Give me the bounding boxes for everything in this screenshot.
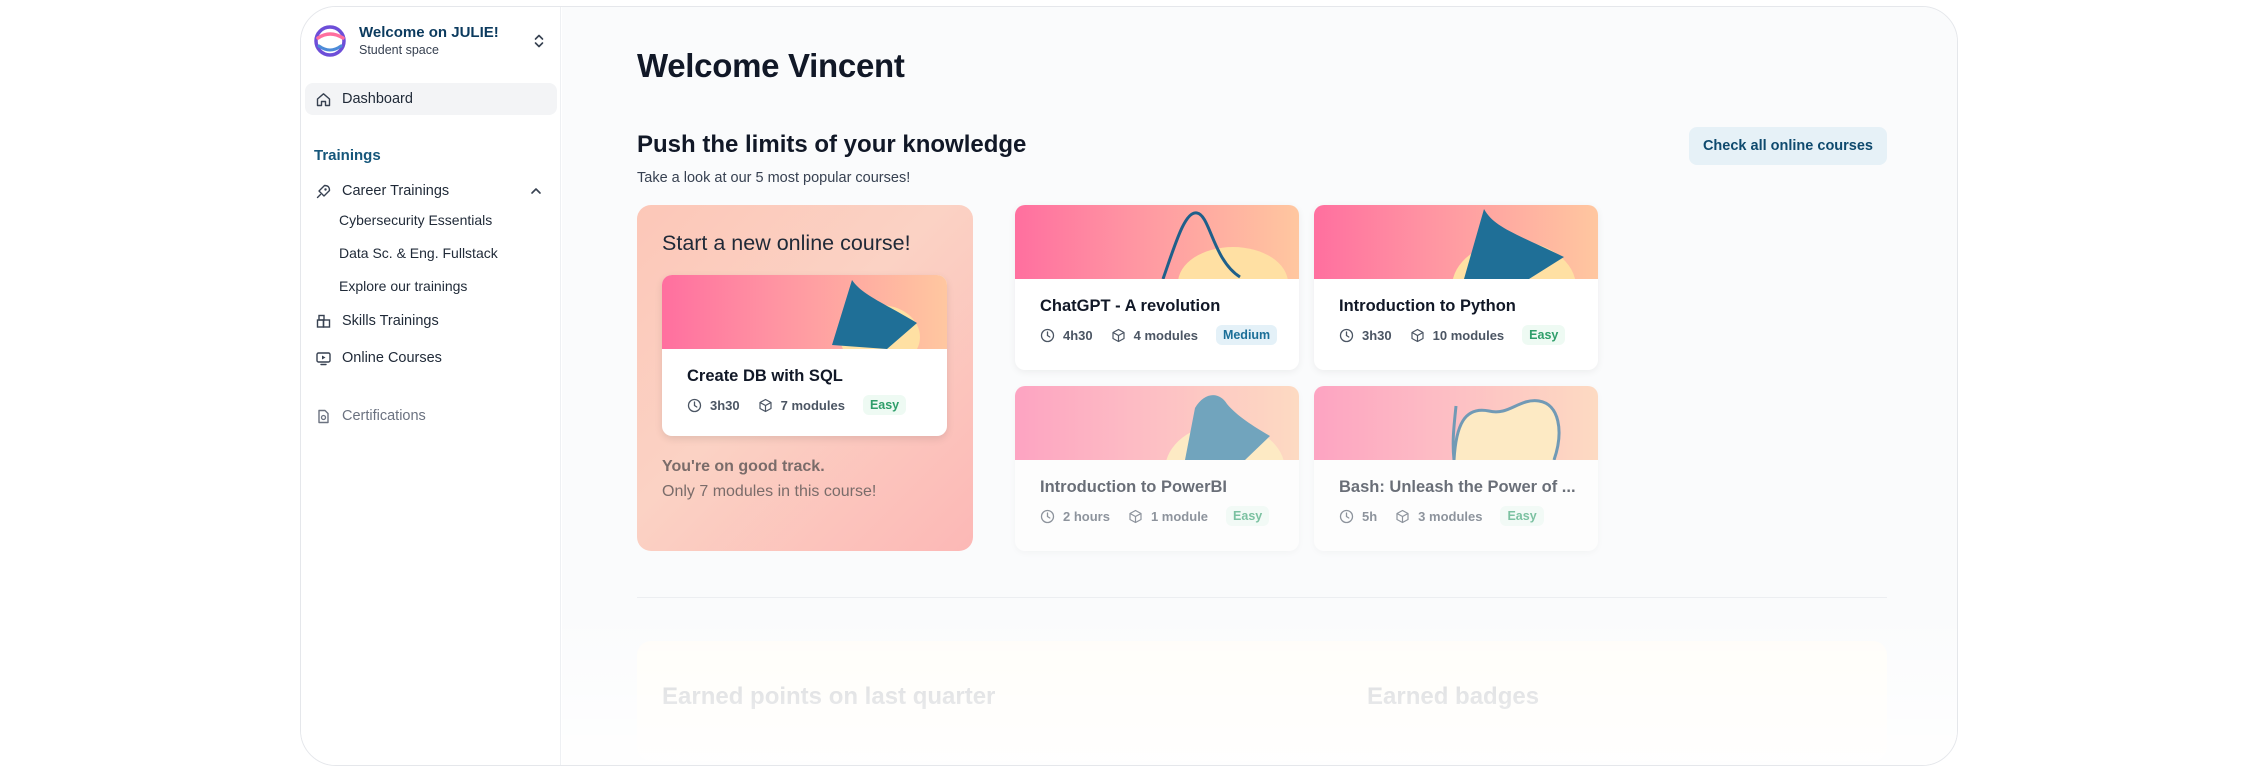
course-banner (1015, 205, 1299, 279)
course-card[interactable]: ChatGPT - A revolution 4h30 4 modules Me… (1015, 205, 1299, 370)
sidebar-item-career-trainings[interactable]: Career Trainings (305, 175, 557, 207)
course-card[interactable]: Introduction to PowerBI 2 hours 1 module… (1015, 386, 1299, 551)
sidebar-item-skills-trainings[interactable]: Skills Trainings (305, 305, 557, 337)
new-course-hero: Start a new online course! Create DB wit… (637, 205, 973, 551)
main-content: Welcome Vincent Push the limits of your … (562, 7, 1957, 765)
section-subtitle: Take a look at our 5 most popular course… (637, 170, 911, 186)
app-window: Welcome on JULIE! Student space Dashboar… (300, 6, 1958, 766)
course-meta: 3h30 7 modules Easy (687, 395, 907, 415)
chevron-up-icon[interactable] (529, 184, 543, 198)
course-card[interactable]: Introduction to Python 3h30 10 modules E… (1314, 205, 1598, 370)
course-banner (1015, 386, 1299, 460)
cube-icon (1395, 509, 1410, 524)
workspace-switcher[interactable]: Welcome on JULIE! Student space (311, 15, 551, 67)
hero-title: Start a new online course! (662, 231, 911, 255)
brand-title: Welcome on JULIE! (359, 24, 499, 41)
check-all-courses-button[interactable]: Check all online courses (1688, 127, 1887, 165)
sidebar-item-label: Skills Trainings (342, 313, 439, 329)
course-duration: 4h30 (1063, 327, 1093, 343)
course-meta: 3h30 10 modules Easy (1339, 325, 1566, 345)
cube-icon (758, 398, 773, 413)
course-modules: 1 module (1150, 508, 1209, 524)
sidebar: Welcome on JULIE! Student space Dashboar… (301, 7, 561, 765)
puzzle-icon (315, 313, 332, 330)
course-banner (1314, 386, 1598, 460)
banner-art-icon (1451, 399, 1561, 460)
featured-course-card[interactable]: Create DB with SQL 3h30 7 modules Easy (662, 275, 947, 436)
level-badge: Easy (1226, 506, 1270, 526)
course-meta: 4h30 4 modules Medium (1040, 325, 1278, 345)
level-badge: Medium (1215, 325, 1278, 345)
sidebar-item-label: Career Trainings (342, 183, 450, 199)
course-duration: 2 hours (1063, 508, 1110, 524)
rocket-icon (315, 183, 332, 200)
course-modules: 3 modules (1418, 508, 1483, 524)
course-card[interactable]: Bash: Unleash the Power of ... 5h 3 modu… (1314, 386, 1598, 551)
course-duration: 3h30 (1362, 327, 1392, 343)
sidebar-subitem-cybersecurity[interactable]: Cybersecurity Essentials (339, 212, 492, 228)
course-banner (662, 275, 947, 349)
julie-logo-icon (314, 25, 346, 57)
cube-icon (1128, 509, 1143, 524)
course-duration: 3h30 (710, 397, 740, 413)
course-meta: 5h 3 modules Easy (1339, 506, 1544, 526)
course-title: Introduction to PowerBI (1040, 478, 1227, 496)
sidebar-item-dashboard[interactable]: Dashboard (305, 83, 557, 115)
level-badge: Easy (1500, 506, 1544, 526)
course-title: ChatGPT - A revolution (1040, 297, 1221, 315)
hero-progress-detail: Only 7 modules in this course! (662, 483, 877, 500)
banner-art-icon (1166, 395, 1284, 460)
earned-points-title: Earned points on last quarter (662, 683, 996, 710)
clock-icon (1339, 328, 1354, 343)
page-title: Welcome Vincent (637, 47, 905, 84)
course-duration: 5h (1362, 508, 1378, 524)
sidebar-item-online-courses[interactable]: Online Courses (305, 342, 557, 374)
sidebar-item-label: Dashboard (342, 91, 413, 107)
cube-icon (1410, 328, 1425, 343)
section-divider (637, 597, 1887, 598)
banner-art-icon (1452, 209, 1576, 279)
course-title: Introduction to Python (1339, 297, 1516, 315)
level-badge: Easy (862, 395, 907, 415)
course-title: Create DB with SQL (687, 367, 843, 385)
sidebar-item-certifications[interactable]: Certifications (305, 400, 557, 432)
section-title: Push the limits of your knowledge (637, 131, 1027, 158)
banner-art-icon (1161, 211, 1288, 279)
clock-icon (1339, 509, 1354, 524)
level-badge: Easy (1522, 325, 1566, 345)
course-modules: 10 modules (1432, 327, 1505, 343)
course-meta: 2 hours 1 module Easy (1040, 506, 1270, 526)
sidebar-item-label: Online Courses (342, 350, 442, 366)
monitor-play-icon (315, 350, 332, 367)
course-modules: 4 modules (1133, 327, 1198, 343)
course-modules: 7 modules (780, 397, 845, 413)
course-title: Bash: Unleash the Power of ... (1339, 478, 1576, 496)
clock-icon (687, 398, 702, 413)
sidebar-item-label: Certifications (342, 408, 426, 424)
sidebar-section-trainings: Trainings (314, 147, 381, 164)
cube-icon (1111, 328, 1126, 343)
clock-icon (1040, 509, 1055, 524)
banner-art-icon (832, 280, 920, 349)
sidebar-subitem-data-science[interactable]: Data Sc. & Eng. Fullstack (339, 245, 498, 261)
stats-section: Earned points on last quarter Earned bad… (637, 641, 1887, 761)
chevrons-up-down-icon[interactable] (529, 31, 549, 51)
brand-subtitle: Student space (359, 43, 439, 57)
hero-progress-line: You're on good track. (662, 458, 825, 475)
home-icon (315, 91, 332, 108)
course-banner (1314, 205, 1598, 279)
earned-badges-title: Earned badges (1367, 683, 1540, 710)
sidebar-subitem-explore[interactable]: Explore our trainings (339, 278, 467, 294)
certificate-icon (315, 408, 332, 425)
clock-icon (1040, 328, 1055, 343)
